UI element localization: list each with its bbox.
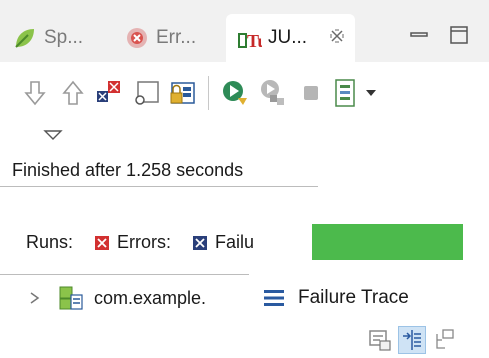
runs-label: Runs:	[26, 232, 74, 252]
stack-trace-icon	[264, 290, 284, 306]
tree-item-label: com.example.	[94, 287, 207, 308]
divider	[0, 274, 249, 275]
tab-label: Sp...	[44, 27, 84, 48]
tab-error-log[interactable]: Err...	[124, 14, 196, 62]
spring-leaf-icon	[15, 29, 34, 48]
error-count-icon	[95, 235, 110, 250]
close-tab-icon[interactable]	[329, 27, 345, 50]
failure-trace-header: Failure Trace	[262, 283, 409, 313]
minimize-icon[interactable]	[406, 22, 432, 48]
tab-junit[interactable]: Tu JU...	[226, 14, 356, 62]
failure-trace-title: Failure Trace	[298, 287, 409, 308]
error-log-icon	[127, 28, 147, 48]
previous-failure-icon[interactable]	[58, 78, 88, 108]
history-lock-icon[interactable]	[168, 78, 198, 108]
test-suite-icon	[59, 286, 83, 310]
svg-text:Tu: Tu	[247, 31, 262, 51]
test-run-history-icon[interactable]	[330, 78, 360, 108]
view-menu-icon[interactable]	[38, 120, 68, 150]
run-status-text: Finished after 1.258 seconds	[12, 160, 244, 180]
errors-label: Errors:	[117, 232, 172, 252]
test-tree-item[interactable]: com.example.	[28, 283, 206, 313]
chevron-right-icon[interactable]	[28, 283, 42, 313]
junit-toolbar	[0, 62, 489, 172]
failure-count-icon	[193, 235, 208, 250]
tab-label: Err...	[156, 27, 197, 48]
toolbar-separator	[208, 76, 209, 110]
compare-results-icon[interactable]	[366, 326, 394, 354]
dropdown-arrow-icon[interactable]	[362, 78, 380, 108]
test-counters: Runs: Errors: Failu	[26, 232, 254, 253]
divider	[0, 186, 318, 187]
junit-icon: Tu	[238, 31, 262, 51]
filter-stack-trace-icon[interactable]	[398, 326, 426, 354]
failures-label: Failu	[215, 232, 255, 252]
tab-spring[interactable]: Sp...	[12, 14, 83, 62]
next-failure-icon[interactable]	[20, 78, 50, 108]
view-tab-bar: Sp... Err... Tu JU...	[0, 0, 489, 62]
test-progress-bar	[312, 224, 463, 260]
scroll-lock-icon[interactable]	[132, 78, 162, 108]
rerun-failed-first-icon[interactable]	[258, 78, 288, 108]
copy-trace-icon[interactable]	[430, 326, 458, 354]
maximize-icon[interactable]	[446, 22, 472, 48]
rerun-test-icon[interactable]	[220, 78, 250, 108]
stop-icon[interactable]	[296, 78, 326, 108]
tab-label: JU...	[268, 27, 308, 48]
show-failures-only-icon[interactable]	[94, 78, 124, 108]
